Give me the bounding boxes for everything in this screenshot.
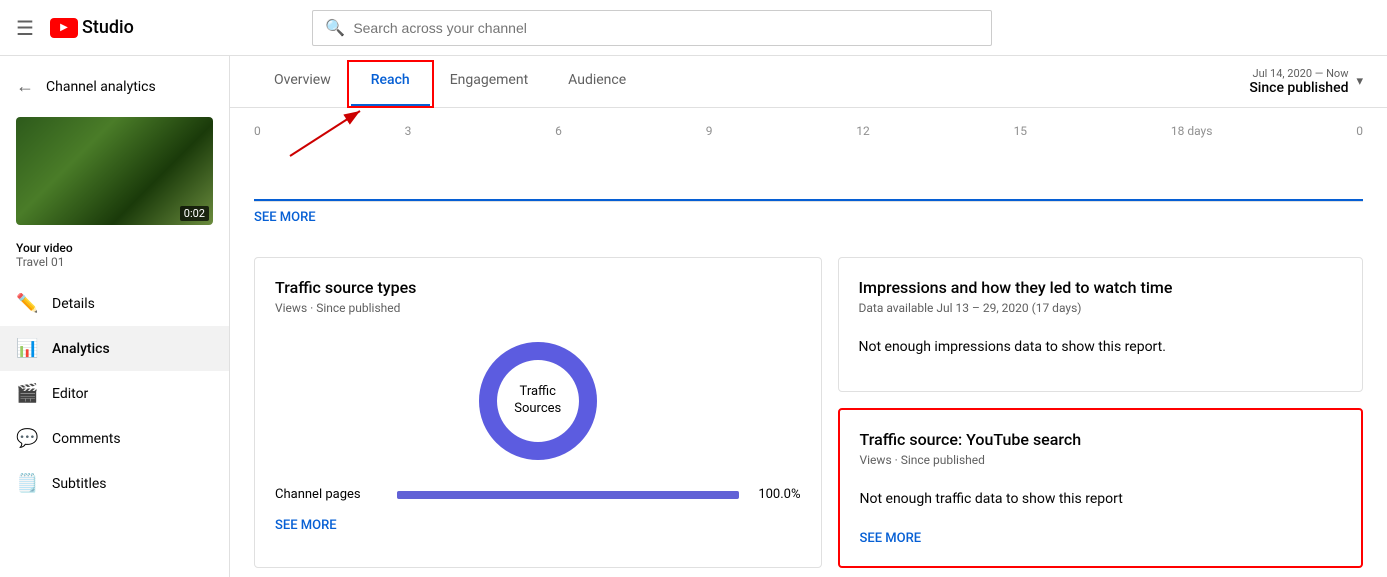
axis-right: 0 [1356, 124, 1363, 138]
impressions-empty: Not enough impressions data to show this… [859, 339, 1343, 355]
subtitles-icon: 🗒️ [16, 473, 36, 494]
traffic-source-subtitle: Views · Since published [275, 301, 801, 315]
yt-icon [50, 18, 78, 38]
tabs-list: Overview Reach Engagement Audience [254, 56, 646, 107]
axis-9: 9 [706, 124, 713, 138]
hamburger-icon[interactable]: ☰ [16, 16, 34, 40]
axis-12: 12 [856, 124, 870, 138]
header: ☰ Studio 🔍 [0, 0, 1387, 56]
chart-line [254, 199, 1363, 201]
axis-0: 0 [254, 124, 261, 138]
sidebar-item-analytics[interactable]: 📊 Analytics [0, 326, 229, 371]
comments-icon: 💬 [16, 428, 36, 449]
sidebar-item-details[interactable]: ✏️ Details [0, 281, 229, 326]
video-name: Travel 01 [16, 255, 213, 269]
date-range-value: Since published [1249, 80, 1348, 96]
chart-line-area [254, 142, 1363, 202]
bar-fill [397, 491, 739, 499]
yt-search-card: Traffic source: YouTube search Views · S… [838, 408, 1364, 568]
impressions-title: Impressions and how they led to watch ti… [859, 278, 1343, 297]
date-range-text: Jul 14, 2020 — Now Since published [1249, 67, 1348, 96]
yt-search-title: Traffic source: YouTube search [860, 430, 1342, 449]
tab-engagement[interactable]: Engagement [430, 56, 548, 107]
bar-row: Channel pages 100.0% [275, 487, 801, 502]
sidebar-item-comments[interactable]: 💬 Comments [0, 416, 229, 461]
yt-search-see-more[interactable]: SEE MORE [860, 531, 922, 546]
impressions-card: Impressions and how they led to watch ti… [838, 257, 1364, 392]
donut-line2: Sources [514, 401, 561, 416]
bar-pct: 100.0% [751, 487, 801, 502]
details-icon: ✏️ [16, 293, 36, 314]
search-bar[interactable]: 🔍 [312, 10, 992, 46]
yt-search-empty: Not enough traffic data to show this rep… [860, 491, 1342, 507]
axis-18: 18 days [1171, 124, 1213, 138]
axis-3: 3 [405, 124, 412, 138]
back-icon: ← [16, 76, 34, 97]
traffic-see-more[interactable]: SEE MORE [275, 518, 337, 533]
sidebar-item-label: Subtitles [52, 476, 107, 492]
tab-overview[interactable]: Overview [254, 56, 351, 107]
sidebar-item-label: Comments [52, 431, 121, 447]
editor-icon: 🎬 [16, 383, 36, 404]
chart-see-more[interactable]: SEE MORE [254, 210, 316, 225]
layout: ← Channel analytics 0:02 Your video Trav… [0, 56, 1387, 577]
search-input[interactable] [353, 20, 979, 36]
bar-label: Channel pages [275, 487, 385, 502]
cards-row-1: Traffic source types Views · Since publi… [230, 241, 1387, 577]
tabs-bar: Overview Reach Engagement Audience Jul 1… [230, 56, 1387, 108]
donut-label: Traffic Sources [514, 384, 561, 418]
date-range-label: Jul 14, 2020 — Now [1249, 67, 1348, 80]
search-icon: 🔍 [325, 18, 345, 37]
impressions-subtitle: Data available Jul 13 – 29, 2020 (17 day… [859, 301, 1343, 315]
youtube-logo: Studio [50, 17, 134, 38]
donut-chart-container: Traffic Sources [275, 331, 801, 471]
video-duration: 0:02 [180, 206, 209, 221]
studio-label: Studio [82, 17, 134, 38]
video-label: Your video [16, 241, 213, 255]
traffic-source-card: Traffic source types Views · Since publi… [254, 257, 822, 568]
analytics-icon: 📊 [16, 338, 36, 359]
thumbnail-image: 0:02 [16, 117, 213, 225]
sidebar-item-subtitles[interactable]: 🗒️ Subtitles [0, 461, 229, 506]
axis-15: 15 [1014, 124, 1028, 138]
date-dropdown-icon[interactable]: ▾ [1356, 74, 1363, 89]
chart-axis: 0 3 6 9 12 15 18 days 0 [254, 124, 1363, 138]
sidebar: ← Channel analytics 0:02 Your video Trav… [0, 56, 230, 577]
chart-area: 0 3 6 9 12 15 18 days 0 SEE MORE [230, 108, 1387, 241]
date-range[interactable]: Jul 14, 2020 — Now Since published ▾ [1249, 67, 1363, 96]
main-content: Overview Reach Engagement Audience Jul 1… [230, 56, 1387, 577]
sidebar-back-button[interactable]: ← Channel analytics [0, 64, 229, 109]
sidebar-back-label: Channel analytics [46, 79, 156, 95]
sidebar-item-label: Analytics [52, 341, 110, 357]
donut-wrapper: Traffic Sources [468, 331, 608, 471]
donut-line1: Traffic [520, 384, 556, 399]
video-info: Your video Travel 01 [0, 233, 229, 273]
yt-search-subtitle: Views · Since published [860, 453, 1342, 467]
tab-audience[interactable]: Audience [548, 56, 646, 107]
tab-reach[interactable]: Reach [351, 56, 430, 107]
sidebar-item-label: Editor [52, 386, 88, 402]
video-thumbnail: 0:02 [16, 117, 213, 225]
sidebar-item-editor[interactable]: 🎬 Editor [0, 371, 229, 416]
bar-track [397, 491, 739, 499]
sidebar-nav: ✏️ Details 📊 Analytics 🎬 Editor 💬 Commen… [0, 281, 229, 506]
header-left: ☰ Studio [16, 16, 134, 40]
axis-6: 6 [555, 124, 562, 138]
traffic-source-title: Traffic source types [275, 278, 801, 297]
sidebar-item-label: Details [52, 296, 95, 312]
